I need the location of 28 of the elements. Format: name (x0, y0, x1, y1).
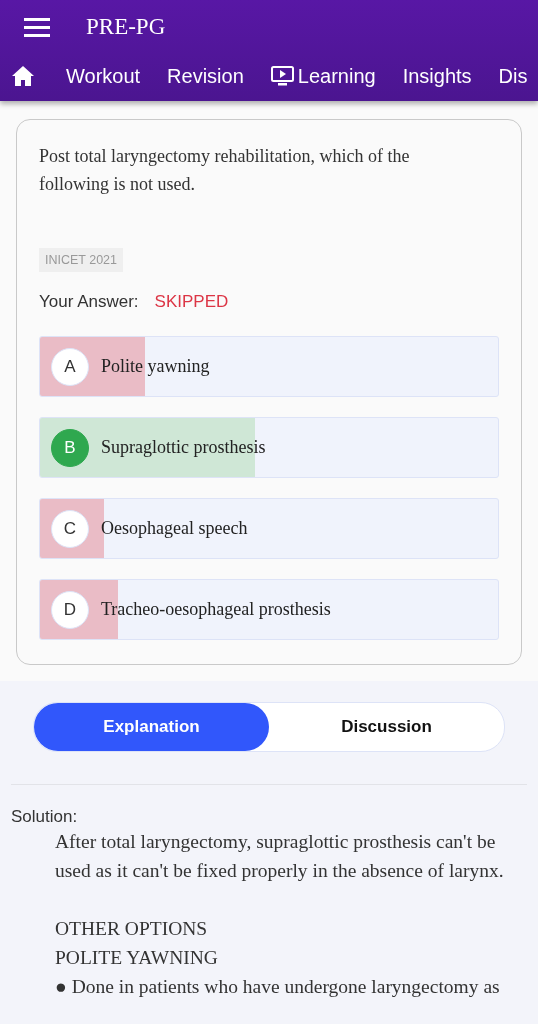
option-text: Supraglottic prosthesis (101, 437, 266, 458)
nav-link[interactable]: Workout (66, 64, 141, 88)
option-text: Tracheo-oesophageal prosthesis (101, 599, 331, 620)
option-row[interactable]: C Oesophageal speech (39, 498, 499, 559)
solution-text: POLITE YAWNING (55, 946, 219, 970)
solution-text: ● Done in patients who have undergone laryngectomy as (55, 975, 501, 999)
exam-tag: INICET 2021 (39, 248, 124, 272)
answer-status: SKIPPED (154, 292, 229, 312)
option-row[interactable]: D Tracheo-oesophageal prosthesis (39, 579, 499, 640)
option-text: Oesophageal speech (101, 518, 248, 539)
solution-text: OTHER OPTIONS (55, 917, 209, 941)
home-icon[interactable] (12, 66, 34, 86)
solution-text: After total laryngectomy, supraglottic prosthesis can't be used as it can't be fixed properly in the absence of larynx. (55, 830, 505, 883)
tab[interactable]: Explanation (34, 703, 269, 751)
nav-link[interactable]: Learning (270, 64, 376, 88)
app-title: PRE-PG (86, 14, 166, 40)
menu-icon[interactable] (24, 17, 50, 37)
solution-label: Solution: (11, 807, 79, 827)
nav-link[interactable]: Revision (167, 64, 244, 88)
question-text: Post total laryngectomy rehabilitation, which of the following is not used. (39, 145, 411, 196)
option-text: Polite yawning (101, 356, 210, 377)
option-row[interactable]: A Polite yawning (39, 336, 499, 397)
answer-label: Your Answer: (39, 292, 139, 312)
nav-link[interactable]: Insights (402, 64, 472, 88)
option-row[interactable]: B Supraglottic prosthesis (39, 417, 499, 478)
video-icon (270, 66, 294, 86)
nav-link[interactable]: Dis (498, 64, 528, 88)
tab[interactable]: Discussion (269, 703, 504, 751)
